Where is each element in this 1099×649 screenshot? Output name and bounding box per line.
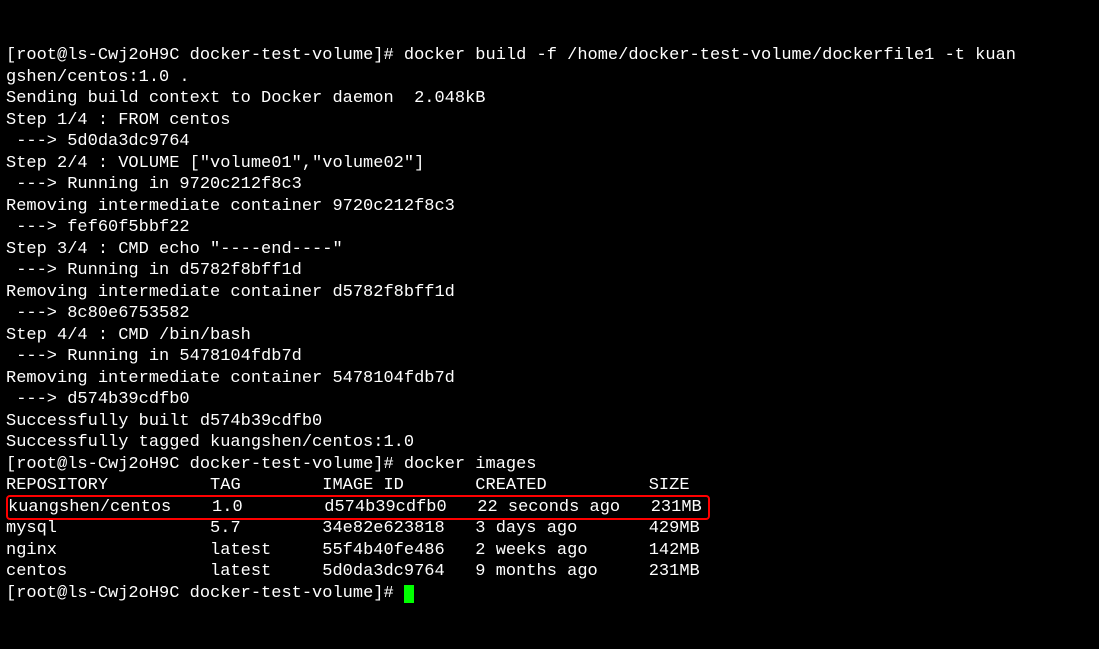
- build-output: Successfully tagged kuangshen/centos:1.0: [6, 433, 414, 452]
- cell-created: 3 days ago: [475, 519, 648, 538]
- col-size: SIZE: [649, 476, 690, 495]
- build-output: Removing intermediate container 5478104f…: [6, 369, 455, 388]
- cell-created: 2 weeks ago: [475, 541, 648, 560]
- col-tag: TAG: [210, 476, 322, 495]
- shell-prompt-2: [root@ls-Cwj2oH9C docker-test-volume]#: [6, 455, 404, 474]
- shell-prompt-3[interactable]: [root@ls-Cwj2oH9C docker-test-volume]#: [6, 584, 404, 603]
- col-id: IMAGE ID: [322, 476, 475, 495]
- cell-size: 429MB: [649, 519, 700, 538]
- build-output: Successfully built d574b39cdfb0: [6, 412, 322, 431]
- cell-created: 9 months ago: [475, 562, 648, 581]
- cell-repo: mysql: [6, 519, 210, 538]
- build-output: Step 2/4 : VOLUME ["volume01","volume02"…: [6, 154, 424, 173]
- build-output: Sending build context to Docker daemon 2…: [6, 89, 485, 108]
- build-output: ---> 8c80e6753582: [6, 304, 190, 323]
- cell-size: 231MB: [651, 498, 702, 517]
- build-output: Step 3/4 : CMD echo "----end----": [6, 240, 343, 259]
- table-row: nginx latest 55f4b40fe486 2 weeks ago 14…: [6, 541, 700, 560]
- command-build-wrap: gshen/centos:1.0 .: [6, 68, 190, 87]
- command-images: docker images: [404, 455, 537, 474]
- col-created: CREATED: [475, 476, 648, 495]
- cell-tag: 1.0: [212, 498, 324, 517]
- shell-prompt-1: [root@ls-Cwj2oH9C docker-test-volume]#: [6, 46, 404, 65]
- cell-size: 142MB: [649, 541, 700, 560]
- build-output: ---> d574b39cdfb0: [6, 390, 190, 409]
- build-output: Removing intermediate container d5782f8b…: [6, 283, 455, 302]
- images-header: REPOSITORY TAG IMAGE ID CREATED SIZE: [6, 476, 690, 495]
- cell-size: 231MB: [649, 562, 700, 581]
- cell-id: 5d0da3dc9764: [322, 562, 475, 581]
- cell-repo: kuangshen/centos: [8, 498, 212, 517]
- cell-repo: centos: [6, 562, 210, 581]
- command-build: docker build -f /home/docker-test-volume…: [404, 46, 1016, 65]
- cell-repo: nginx: [6, 541, 210, 560]
- build-output: Step 4/4 : CMD /bin/bash: [6, 326, 251, 345]
- cell-id: 34e82e623818: [322, 519, 475, 538]
- cell-id: 55f4b40fe486: [322, 541, 475, 560]
- table-row-highlighted: kuangshen/centos 1.0 d574b39cdfb0 22 sec…: [6, 495, 710, 521]
- cursor-icon: [404, 585, 414, 603]
- cell-tag: latest: [210, 541, 322, 560]
- build-output: ---> Running in 5478104fdb7d: [6, 347, 302, 366]
- build-output: Step 1/4 : FROM centos: [6, 111, 230, 130]
- cell-tag: latest: [210, 562, 322, 581]
- build-output: ---> Running in d5782f8bff1d: [6, 261, 302, 280]
- table-row: centos latest 5d0da3dc9764 9 months ago …: [6, 562, 700, 581]
- build-output: ---> 5d0da3dc9764: [6, 132, 190, 151]
- cell-id: d574b39cdfb0: [324, 498, 477, 517]
- table-row: mysql 5.7 34e82e623818 3 days ago 429MB: [6, 519, 700, 538]
- build-output: Removing intermediate container 9720c212…: [6, 197, 455, 216]
- cell-created: 22 seconds ago: [477, 498, 650, 517]
- col-repo: REPOSITORY: [6, 476, 210, 495]
- cell-tag: 5.7: [210, 519, 322, 538]
- build-output: ---> Running in 9720c212f8c3: [6, 175, 302, 194]
- build-output: ---> fef60f5bbf22: [6, 218, 190, 237]
